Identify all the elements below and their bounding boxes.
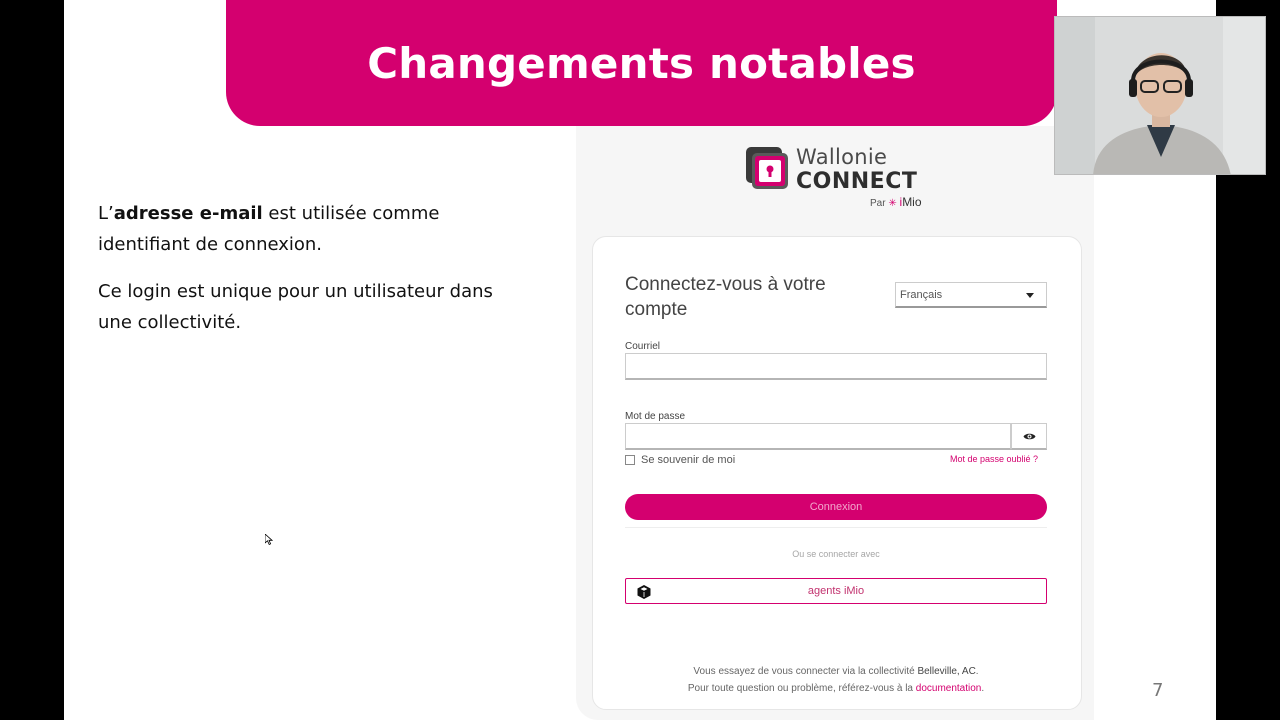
help-notice-prefix: Pour toute question ou problème, référez…	[687, 683, 916, 694]
logo-connect-text: CONNECT	[796, 169, 918, 194]
paragraph-login: Ce login est unique pour un utilisateur …	[98, 281, 493, 333]
remember-me-label: Se souvenir de moi	[641, 454, 736, 466]
lock-in-square-icon	[746, 147, 788, 189]
agents-imio-label: agents iMio	[807, 585, 865, 597]
collectivity-notice: Vous essayez de vous connecter via la co…	[593, 666, 1079, 677]
agents-imio-button[interactable]: agents iMio	[625, 578, 1047, 604]
presentation-slide: Changements notables L’adresse e-mail es…	[64, 0, 1216, 720]
connexion-button-label: Connexion	[809, 501, 863, 513]
wallonie-connect-logo: Wallonie CONNECT Par ✳ iMio	[744, 145, 934, 211]
login-screenshot: Wallonie CONNECT Par ✳ iMio Connectez-vo…	[576, 126, 1094, 720]
eye-icon	[1023, 433, 1035, 439]
login-title: Connectez-vous à votre compte	[625, 274, 826, 320]
paragraph-email-bold: adresse e-mail	[113, 203, 263, 224]
presenter-video-frame	[1055, 17, 1265, 174]
imio-brand-rest: Mio	[902, 195, 922, 209]
collectivity-notice-prefix: Vous essayez de vous connecter via la co…	[693, 666, 918, 677]
documentation-link[interactable]: documentation	[916, 683, 982, 694]
language-select[interactable]: Français	[895, 282, 1047, 308]
imio-star-icon: ✳	[888, 198, 897, 209]
email-label: Courriel	[625, 341, 661, 352]
or-login-with-text: Ou se connecter avec	[792, 549, 880, 559]
show-password-button[interactable]	[1011, 423, 1047, 450]
remember-me[interactable]: Se souvenir de moi	[625, 454, 735, 466]
help-notice-suffix: .	[981, 683, 985, 694]
logo-par-text: Par	[870, 198, 886, 209]
remember-me-checkbox[interactable]	[625, 455, 635, 465]
collectivity-notice-suffix: .	[975, 666, 979, 677]
forgot-password-link[interactable]: Mot de passe oublié ?	[950, 454, 1038, 464]
mouse-cursor-icon	[265, 534, 273, 545]
title-banner: Changements notables	[226, 0, 1057, 126]
slide-body: L’adresse e-mail est utilisée comme iden…	[98, 198, 518, 354]
login-card: Connectez-vous à votre compte Français C…	[592, 236, 1082, 710]
logo-wallonie-text: Wallonie	[796, 145, 888, 169]
collectivity-name: Belleville, AC	[917, 666, 976, 677]
caret-down-icon	[1026, 293, 1034, 298]
paragraph-email: L’adresse e-mail est utilisée comme iden…	[98, 198, 518, 260]
divider	[625, 527, 1047, 528]
help-notice: Pour toute question ou problème, référez…	[593, 683, 1079, 694]
webcam-video	[1054, 16, 1266, 175]
language-select-value: Français	[900, 289, 943, 301]
connexion-button[interactable]: Connexion	[625, 494, 1047, 520]
paragraph-email-prefix: L’	[98, 203, 114, 224]
password-label: Mot de passe	[625, 411, 686, 422]
password-field[interactable]	[625, 423, 1011, 450]
slide-page-number: 7	[1152, 680, 1164, 701]
imio-brand: iMio	[900, 195, 922, 209]
email-field[interactable]	[625, 353, 1047, 380]
slide-title: Changements notables	[367, 38, 916, 88]
cube-icon	[637, 585, 651, 599]
logo-par-imio: Par ✳ iMio	[870, 195, 922, 209]
